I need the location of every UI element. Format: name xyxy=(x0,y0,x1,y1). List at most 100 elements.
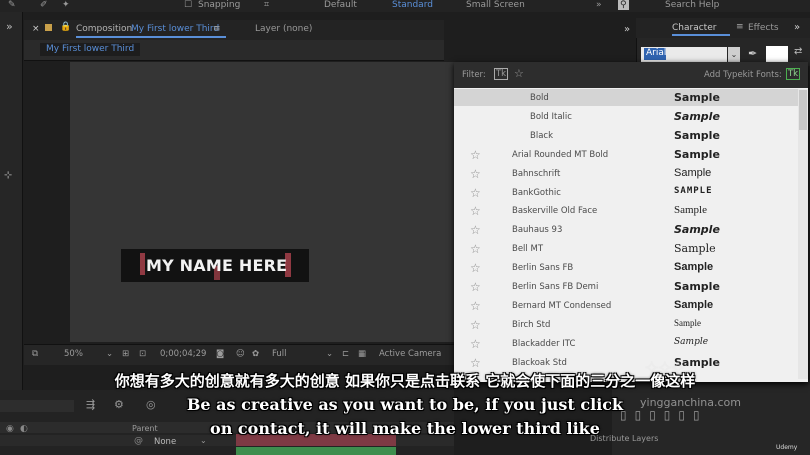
pin-tool-icon[interactable]: ✦ xyxy=(62,0,70,10)
snapshot-icon[interactable]: ◙ xyxy=(216,349,224,359)
font-filter-bar: Filter: Tk ☆ Add Typekit Fonts: Tk xyxy=(454,62,808,88)
favorites-filter-star-icon[interactable]: ☆ xyxy=(514,67,524,80)
panel-overflow-right-icon[interactable]: » xyxy=(794,22,800,33)
favorite-star-icon[interactable]: ☆ xyxy=(470,186,481,200)
font-list-item[interactable]: ☆ Bahnschrift Sample xyxy=(454,165,798,184)
font-sample: Sample xyxy=(674,166,712,179)
mask-visibility-icon[interactable]: ⊡ xyxy=(139,349,146,359)
swap-colors-icon[interactable]: ⇄ xyxy=(794,46,802,57)
font-list-scrollbar[interactable] xyxy=(798,89,808,379)
panel-overflow-icon[interactable]: » xyxy=(624,24,630,35)
font-list-item[interactable]: ☆ Bernard MT Condensed Sample xyxy=(454,297,798,316)
font-name: Bahnschrift xyxy=(512,168,561,179)
eyedropper-icon[interactable]: ✒ xyxy=(748,47,757,60)
tab-menu-icon[interactable]: ≡ xyxy=(213,24,221,34)
tab-character[interactable]: Character xyxy=(672,23,716,33)
favorite-star-icon[interactable]: ☆ xyxy=(470,204,481,218)
font-list-item[interactable]: ☆ Berlin Sans FB Demi Sample xyxy=(454,278,798,297)
brush-tool-icon[interactable]: ✐ xyxy=(40,0,48,10)
search-help-input[interactable]: Search Help xyxy=(665,0,719,10)
favorite-star-icon[interactable]: ☆ xyxy=(470,242,481,256)
font-family-value[interactable]: Arial xyxy=(646,48,666,58)
font-dropdown-chevron-icon[interactable]: ⌄ xyxy=(728,47,740,62)
show-snapshot-icon[interactable]: ☺ xyxy=(236,349,245,359)
network-icon[interactable]: ⊹ xyxy=(4,170,12,181)
font-list-item[interactable]: Bold Sample xyxy=(454,89,798,108)
work-area-bar[interactable] xyxy=(236,447,396,455)
font-name: Arial Rounded MT Bold xyxy=(512,149,609,160)
composition-breadcrumb[interactable]: My First lower Third xyxy=(40,43,141,56)
composition-viewer[interactable] xyxy=(70,62,454,342)
camera-view-select[interactable]: Active Camera xyxy=(379,349,441,359)
resolution-chevron-icon[interactable]: ⌄ xyxy=(326,349,333,359)
font-list-scroll-thumb[interactable] xyxy=(799,90,807,130)
snapping-checkbox[interactable]: ☐ xyxy=(184,0,192,10)
active-tab-underline xyxy=(76,36,226,38)
workspace-small-screen[interactable]: Small Screen xyxy=(466,0,525,10)
font-list-item[interactable]: ☆ Birch Std Sample xyxy=(454,316,798,335)
font-name: Bold xyxy=(530,93,549,103)
font-list-item[interactable]: ☆ Berlin Sans FB Sample xyxy=(454,259,798,278)
font-list-item[interactable]: ☆ Arial Rounded MT Bold Sample xyxy=(454,146,798,165)
font-list-item[interactable]: Bold Italic Sample xyxy=(454,108,798,127)
font-sample: SAMPLE xyxy=(674,185,713,196)
lock-icon[interactable]: 🔒 xyxy=(60,22,71,32)
favorite-star-icon[interactable]: ☆ xyxy=(470,337,481,351)
character-tab-underline xyxy=(672,34,730,36)
font-sample: Sample xyxy=(674,336,709,347)
eraser-tool-icon[interactable]: ✎ xyxy=(8,0,16,10)
font-list-item[interactable]: ☆ BankGothic SAMPLE xyxy=(454,184,798,203)
font-list-item[interactable]: ☆ Bauhaus 93 Sample xyxy=(454,221,798,240)
timecode[interactable]: 0;00;04;29 xyxy=(160,349,206,359)
resolution-select[interactable]: Full xyxy=(272,349,287,359)
favorite-star-icon[interactable]: ☆ xyxy=(470,318,481,332)
font-list-item[interactable]: ☆ Bell MT Sample xyxy=(454,240,798,259)
region-of-interest-icon[interactable]: ⊏ xyxy=(342,349,349,359)
favorite-star-icon[interactable]: ☆ xyxy=(470,299,481,313)
typekit-filter-icon[interactable]: Tk xyxy=(494,68,508,80)
transparency-grid-icon[interactable]: ▦ xyxy=(358,349,366,359)
font-name: Bold Italic xyxy=(530,111,572,122)
zoom-select[interactable]: 50% xyxy=(64,349,83,359)
zoom-chevron-icon[interactable]: ⌄ xyxy=(106,349,113,359)
parent-select[interactable]: None xyxy=(154,437,176,447)
fill-color-swatch[interactable] xyxy=(766,46,788,62)
favorite-star-icon[interactable]: ☆ xyxy=(470,280,481,294)
expand-panel-icon[interactable]: » xyxy=(6,20,13,33)
snapping-options-icon[interactable]: ⌗ xyxy=(264,0,269,10)
always-preview-icon[interactable]: ⧉ xyxy=(32,349,38,359)
font-sample: Sample xyxy=(674,317,701,328)
tab-effects[interactable]: Effects xyxy=(748,23,779,33)
subtitle-english-line2: on contact, it will make the lower third… xyxy=(210,419,600,438)
font-sample: Sample xyxy=(674,147,720,161)
layer-tab[interactable]: Layer (none) xyxy=(255,24,312,34)
composition-tab-prefix[interactable]: Composition xyxy=(76,24,132,34)
font-name: Blackadder ITC xyxy=(512,338,576,349)
favorite-star-icon[interactable]: ☆ xyxy=(470,223,481,237)
workspace-standard[interactable]: Standard xyxy=(392,0,433,10)
character-menu-icon[interactable]: ≡ xyxy=(736,22,744,32)
composition-tab-name[interactable]: My First lower Third xyxy=(131,24,219,34)
close-tab-icon[interactable]: × xyxy=(32,24,40,34)
font-name: Bernard MT Condensed xyxy=(512,300,612,311)
font-list-item[interactable]: Black Sample xyxy=(454,127,798,146)
safe-zones-icon[interactable]: ⊞ xyxy=(122,349,129,359)
workspace-overflow-icon[interactable]: » xyxy=(596,0,602,10)
font-name: Bell MT xyxy=(512,244,544,255)
filter-label: Filter: xyxy=(462,70,486,80)
font-list-item[interactable]: ☆ Baskerville Old Face Sample xyxy=(454,202,798,221)
favorite-star-icon[interactable]: ☆ xyxy=(470,167,481,181)
font-name: Bauhaus 93 xyxy=(512,225,563,236)
subtitle-english-line1: Be as creative as you want to be, if you… xyxy=(186,395,624,414)
favorite-star-icon[interactable]: ☆ xyxy=(470,261,481,275)
lower-third-name-text[interactable]: MY NAME HERE xyxy=(146,256,287,275)
search-icon[interactable]: ⚲ xyxy=(618,0,629,10)
font-list-item[interactable]: ☆ Blackadder ITC Sample xyxy=(454,335,798,354)
font-name: Berlin Sans FB xyxy=(512,263,574,274)
workspace-default[interactable]: Default xyxy=(324,0,357,10)
add-typekit-icon[interactable]: Tk xyxy=(786,68,800,80)
font-sample: Sample xyxy=(674,223,720,237)
favorite-star-icon[interactable]: ☆ xyxy=(470,148,481,162)
color-channels-icon[interactable]: ✿ xyxy=(252,349,259,359)
favorite-star-icon[interactable]: ☆ xyxy=(470,356,481,370)
